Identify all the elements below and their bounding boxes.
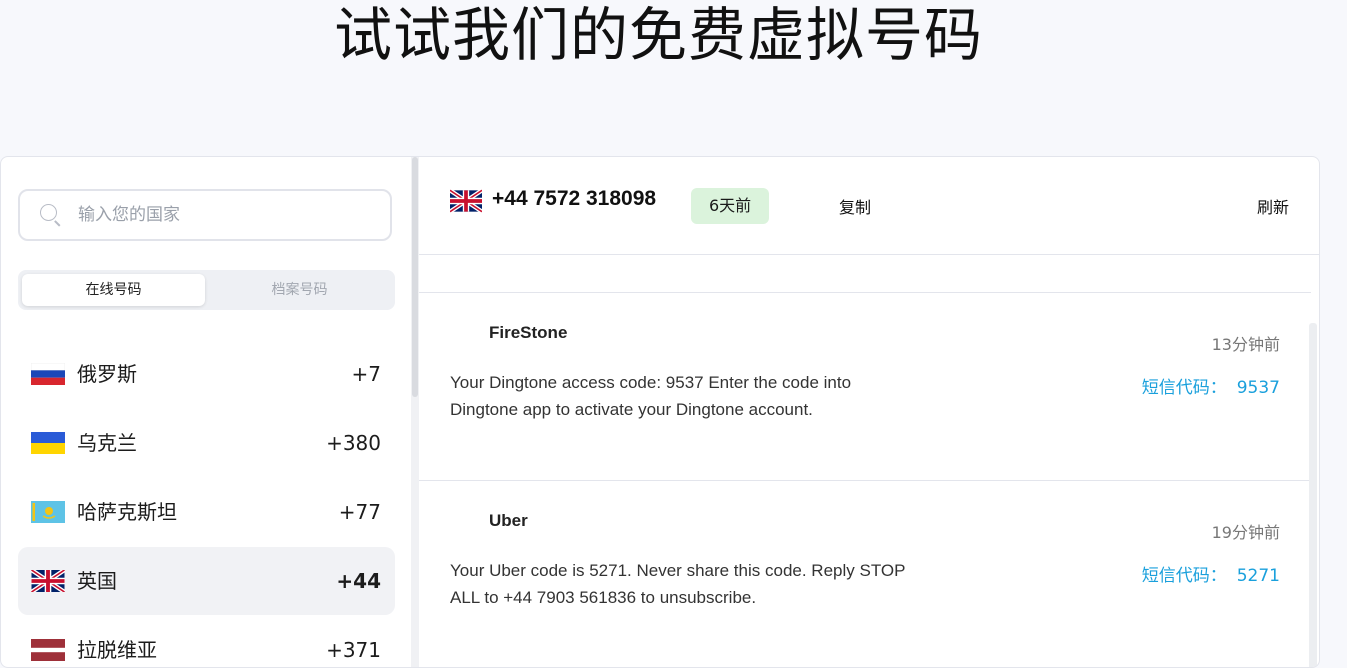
country-sidebar: 在线号码 档案号码 俄罗斯 +7 乌克兰 +380 — [1, 157, 411, 667]
message-sender: Uber — [489, 511, 528, 530]
country-item-russia[interactable]: 俄罗斯 +7 — [18, 340, 395, 408]
sms-code[interactable]: 短信代码： 5271 — [1142, 561, 1280, 586]
messages-scrollbar[interactable] — [1309, 323, 1317, 667]
tab-archived-numbers[interactable]: 档案号码 — [208, 274, 391, 306]
country-item-ukraine[interactable]: 乌克兰 +380 — [18, 409, 395, 477]
ukraine-flag-icon — [31, 432, 65, 454]
message-body: Your Uber code is 5271. Never share this… — [450, 561, 906, 607]
number-header: +44 7572 318098 6天前 复制 刷新 — [419, 157, 1319, 255]
country-name: 拉脱维亚 — [77, 638, 157, 662]
message-time: 19分钟前 — [1211, 523, 1280, 542]
country-code: +7 — [351, 362, 381, 386]
country-list-scrollbar[interactable] — [411, 157, 419, 667]
country-name: 英国 — [77, 569, 117, 593]
phone-number: +44 7572 318098 — [492, 187, 657, 210]
sms-code[interactable]: 短信代码： 9537 — [1142, 373, 1280, 398]
country-code: +371 — [326, 638, 381, 662]
sms-code-label: 短信代码： — [1141, 566, 1227, 586]
latvia-flag-icon — [31, 639, 65, 661]
country-item-kazakhstan[interactable]: 哈萨克斯坦 +77 — [18, 478, 395, 546]
refresh-button[interactable]: 刷新 — [1257, 194, 1289, 218]
country-search-input[interactable] — [76, 204, 360, 226]
country-item-uk[interactable]: 英国 +44 — [18, 547, 395, 615]
country-name: 哈萨克斯坦 — [77, 500, 177, 524]
uk-flag-icon — [450, 189, 482, 213]
country-item-latvia[interactable]: 拉脱维亚 +371 — [18, 616, 395, 667]
country-code: +380 — [326, 431, 381, 455]
page-title: 试试我们的免费虚拟号码 — [333, 1, 983, 69]
kazakhstan-flag-icon — [31, 501, 65, 523]
country-code: +77 — [338, 500, 381, 524]
scrollbar-thumb[interactable] — [412, 157, 418, 397]
number-age-badge: 6天前 — [691, 188, 770, 224]
message-body: Your Dingtone access code: 9537 Enter th… — [450, 373, 852, 419]
message-time: 13分钟前 — [1211, 335, 1280, 354]
message-sender: FireStone — [489, 323, 568, 342]
message-item: FireStone 13分钟前 Your Dingtone access cod… — [419, 293, 1309, 481]
sms-code-label: 短信代码： — [1141, 378, 1227, 398]
uk-flag-icon — [31, 570, 65, 592]
sms-code-value[interactable]: 5271 — [1237, 566, 1280, 586]
search-icon — [40, 204, 62, 227]
copy-button[interactable]: 复制 — [839, 194, 871, 218]
country-code: +44 — [336, 569, 381, 593]
number-type-toggle: 在线号码 档案号码 — [18, 270, 395, 310]
country-name: 乌克兰 — [77, 431, 137, 455]
country-search-box[interactable] — [18, 189, 392, 241]
sms-code-value[interactable]: 9537 — [1237, 378, 1280, 398]
tab-online-numbers[interactable]: 在线号码 — [22, 274, 205, 306]
message-item: Uber 19分钟前 Your Uber code is 5271. Never… — [419, 481, 1309, 667]
messages-area: +44 7572 318098 6天前 复制 刷新 FireStone 13分钟… — [419, 157, 1319, 667]
russia-flag-icon — [31, 363, 65, 385]
virtual-number-panel: 在线号码 档案号码 俄罗斯 +7 乌克兰 +380 — [0, 156, 1320, 668]
country-name: 俄罗斯 — [77, 362, 137, 386]
